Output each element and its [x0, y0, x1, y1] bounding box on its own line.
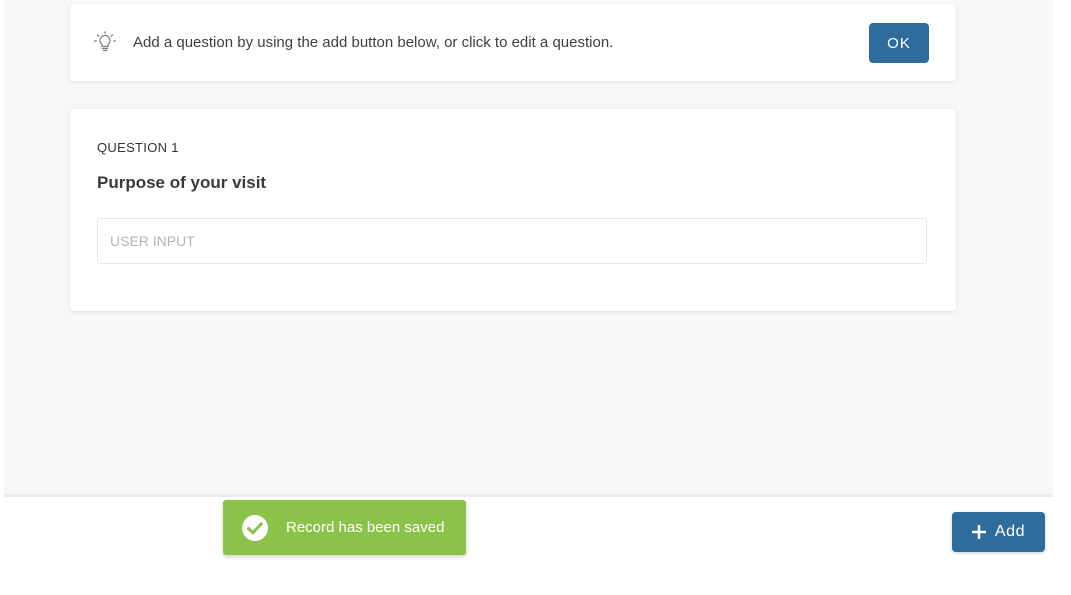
- user-input-field[interactable]: [97, 218, 927, 264]
- add-question-button[interactable]: Add: [952, 512, 1045, 552]
- tip-banner: Add a question by using the add button b…: [70, 4, 956, 81]
- add-button-label: Add: [994, 523, 1026, 540]
- plus-icon: [971, 524, 987, 540]
- tip-text: Add a question by using the add button b…: [133, 34, 614, 51]
- save-toast: Record has been saved: [223, 500, 466, 555]
- check-circle-icon: [241, 514, 269, 542]
- footer-divider: [4, 494, 1053, 497]
- question-number: QUESTION 1: [97, 140, 179, 155]
- lightbulb-icon: [93, 31, 117, 53]
- question-card[interactable]: QUESTION 1 Purpose of your visit: [70, 109, 956, 311]
- question-title: Purpose of your visit: [97, 173, 267, 192]
- ok-button[interactable]: OK: [869, 23, 929, 63]
- toast-message: Record has been saved: [286, 519, 445, 536]
